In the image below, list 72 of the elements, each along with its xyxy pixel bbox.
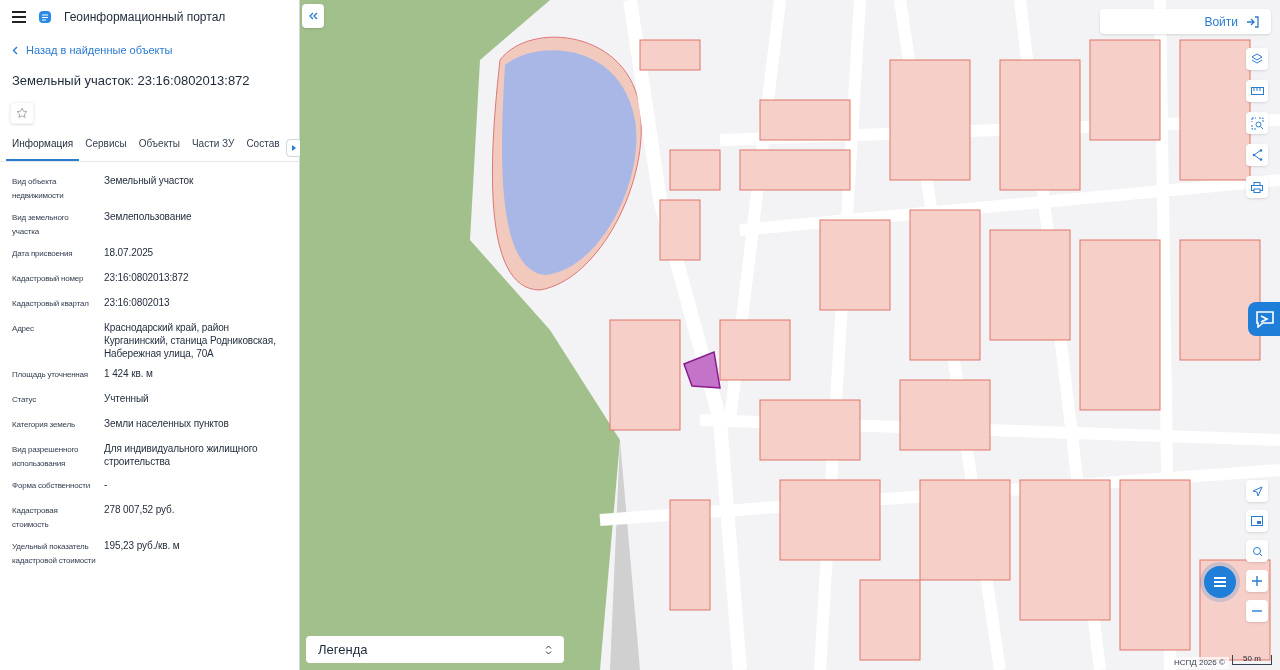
property-value: 1 424 кв. м — [104, 367, 154, 381]
property-value: 18.07.2025 — [104, 246, 155, 260]
printer-icon — [1251, 181, 1263, 193]
share-button[interactable] — [1246, 144, 1268, 166]
tab[interactable]: Состав — [240, 132, 286, 161]
property-value: Земельный участок — [104, 174, 195, 188]
plus-icon — [1252, 576, 1262, 586]
geolocation-button[interactable] — [1246, 480, 1268, 502]
zoom-out-button[interactable] — [1246, 600, 1268, 622]
object-title: Земельный участок: 23:16:0802013:872 — [11, 71, 251, 90]
portal-title: Геоинформационный портал — [64, 9, 226, 26]
star-icon — [16, 107, 28, 119]
minus-icon — [1252, 610, 1262, 612]
property-value: 23:16:0802013:872 — [104, 271, 190, 285]
area-select-button[interactable] — [1246, 112, 1268, 134]
login-button[interactable]: Войти — [1100, 9, 1271, 34]
property-value: 195,23 руб./кв. м — [104, 539, 181, 553]
ruler-button[interactable] — [1246, 80, 1268, 102]
chat-bubble-icon — [1255, 310, 1275, 328]
layers-icon — [1251, 53, 1263, 65]
zoom-in-button[interactable] — [1246, 570, 1268, 592]
property-label: Кадастровый квартал — [12, 298, 90, 310]
property-label: Вид объекта недвижимости — [12, 176, 65, 202]
menu-icon[interactable] — [12, 11, 26, 23]
double-chevron-left-icon — [308, 12, 318, 20]
property-label: Статус — [12, 394, 38, 406]
scale-bar: 50 m — [1232, 655, 1272, 665]
collapse-panel-button[interactable] — [302, 4, 324, 28]
property-value: 23:16:0802013 — [104, 296, 171, 310]
back-link[interactable]: Назад в найденные объекты — [0, 42, 185, 59]
login-icon — [1246, 15, 1259, 28]
layers-button[interactable] — [1246, 48, 1268, 70]
property-value: Землепользование — [104, 210, 193, 224]
share-icon — [1251, 149, 1263, 161]
property-label: Кадастровая стоимость — [12, 505, 59, 531]
magnifier-icon — [1251, 545, 1263, 557]
property-value: - — [104, 478, 109, 492]
property-value: 278 007,52 руб. — [104, 503, 176, 517]
tab-scroll-button[interactable] — [285, 139, 302, 157]
property-label: Дата присвоения — [12, 248, 74, 260]
search-location-button[interactable] — [1246, 540, 1268, 562]
property-label: Вид разрешенного использования — [12, 444, 80, 470]
property-label: Кадастровый номер — [12, 273, 85, 285]
logo-icon — [38, 10, 52, 24]
caret-right-icon — [291, 145, 296, 151]
property-value: Учтенный — [104, 392, 150, 406]
property-label: Удельный показатель кадастровой стоимости — [12, 541, 96, 567]
map-view[interactable]: Войти Легенда НСПД 2026 © 50 m — [300, 0, 1280, 670]
tab[interactable]: Информация — [6, 132, 80, 161]
print-button[interactable] — [1246, 176, 1268, 198]
property-value: Земли населенных пунктов — [104, 417, 230, 431]
property-value: Краснодарский край, район Курганинский, станица Родниковская, Набережная улица, 70А — [104, 321, 277, 360]
assistant-button[interactable] — [1248, 302, 1280, 336]
polygon-search-icon — [1250, 116, 1264, 130]
property-label: Категория земель — [12, 419, 76, 431]
ruler-icon — [1250, 87, 1264, 95]
chevron-left-icon — [12, 45, 18, 55]
location-arrow-icon — [1251, 485, 1263, 497]
property-label: Адрес — [12, 323, 35, 335]
property-label: Форма собственности — [12, 480, 92, 492]
legend-select[interactable]: Легенда — [306, 636, 564, 663]
property-label: Вид земельного участка — [12, 212, 70, 238]
property-label: Площадь уточненная — [12, 369, 89, 381]
property-value: Для индивидуального жилищного строительства — [104, 442, 259, 469]
message-icon — [1212, 576, 1228, 588]
minimap-button[interactable] — [1246, 510, 1268, 532]
favorite-button[interactable] — [10, 102, 34, 124]
up-down-caret-icon — [545, 644, 552, 655]
tab[interactable]: Объекты — [132, 132, 186, 161]
picture-in-picture-icon — [1251, 516, 1263, 526]
tab[interactable]: Части ЗУ — [185, 132, 241, 161]
tab[interactable]: Сервисы — [79, 132, 133, 161]
